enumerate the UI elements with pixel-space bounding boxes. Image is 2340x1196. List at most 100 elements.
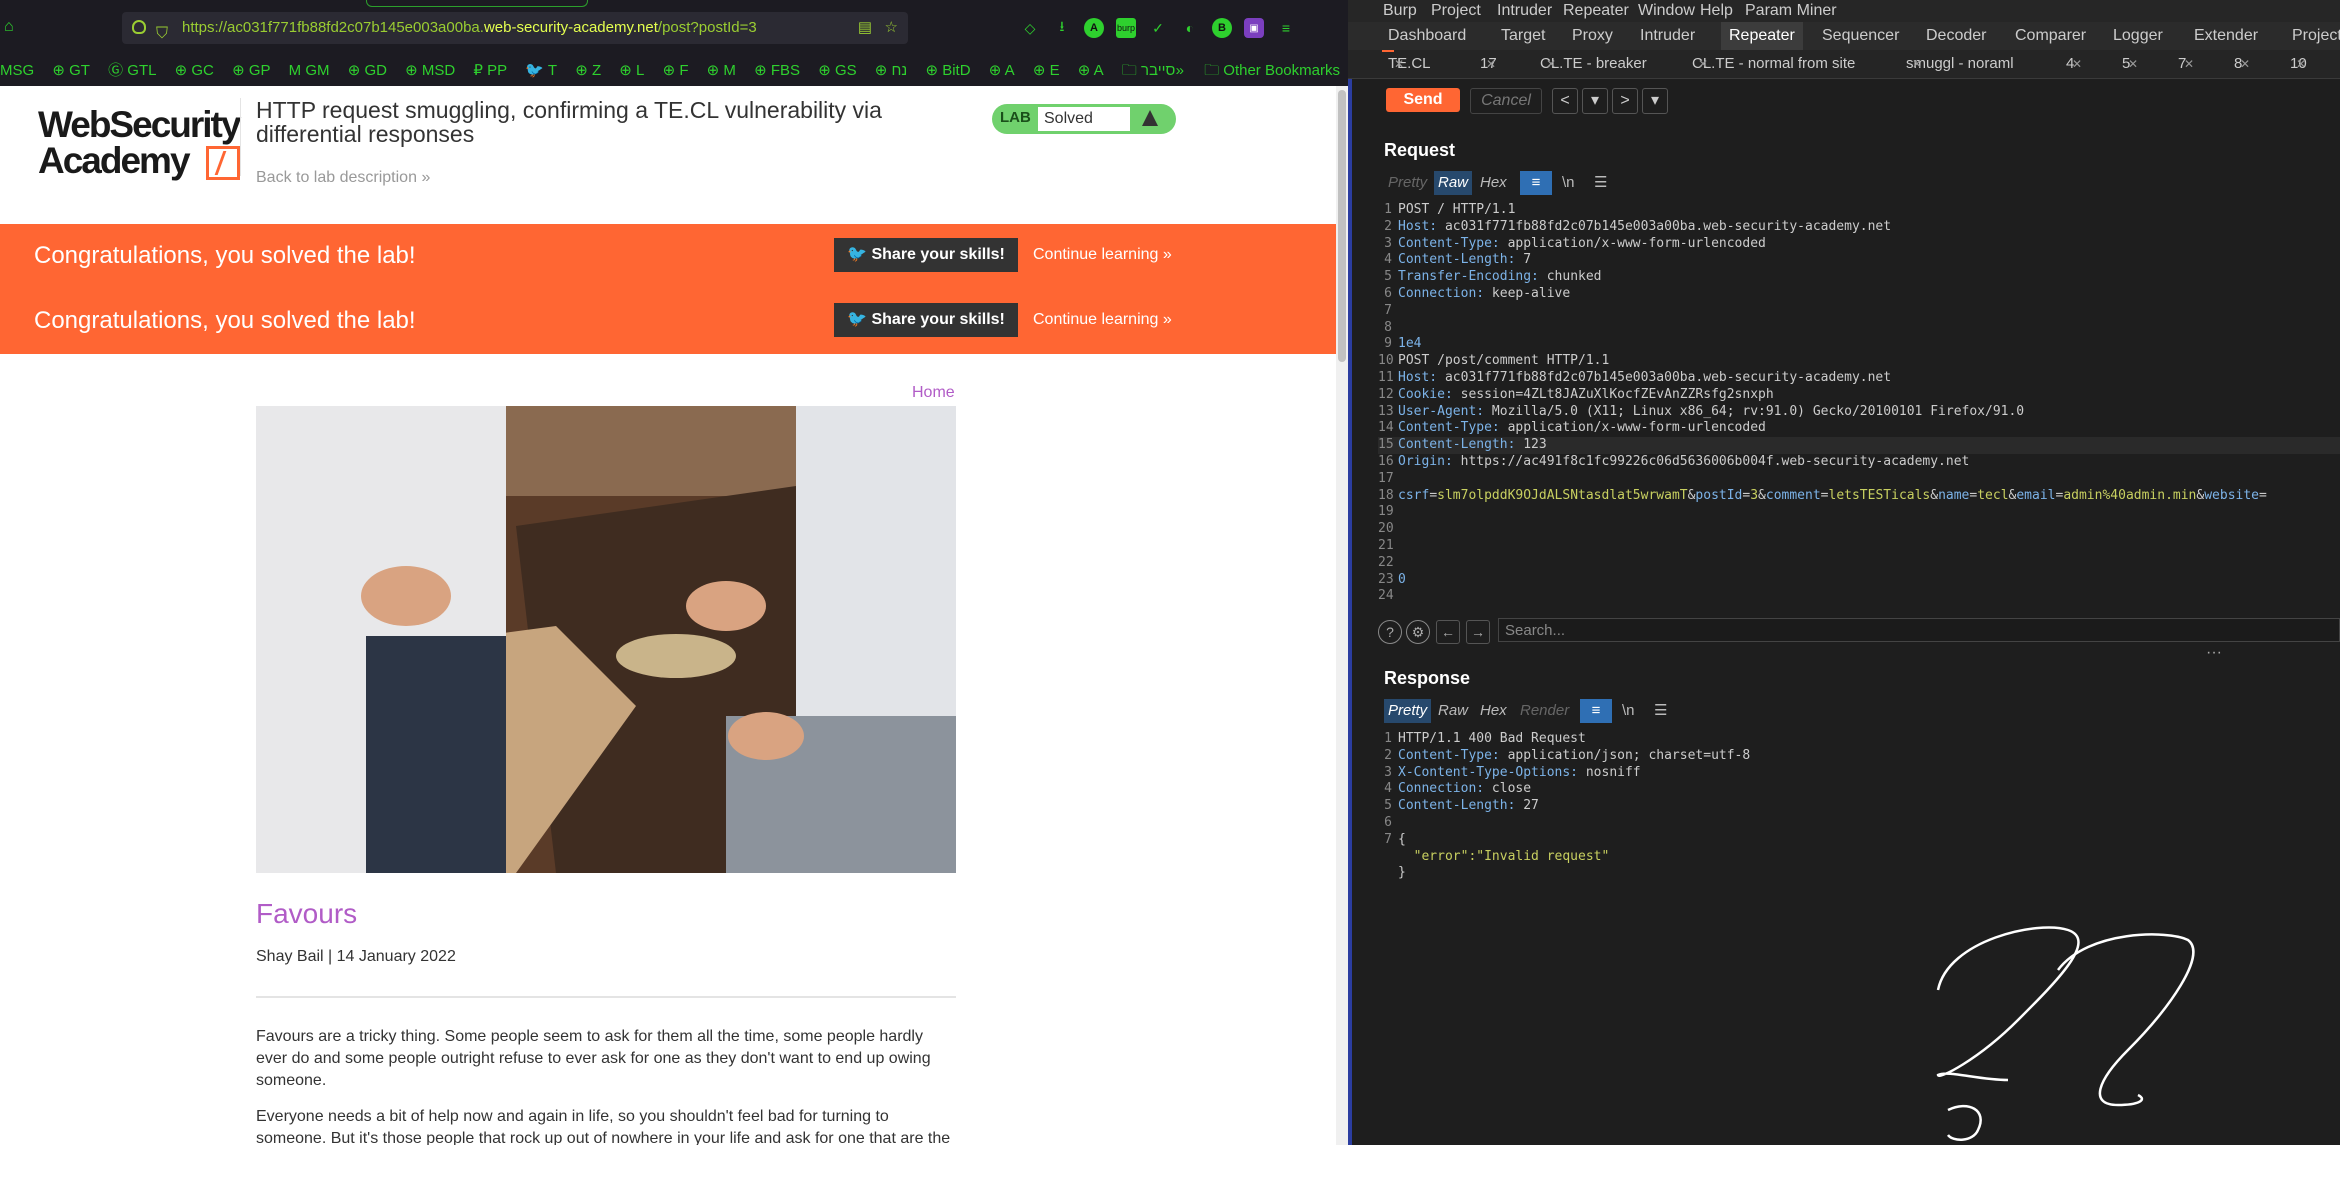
menu-icon[interactable]: ≡ bbox=[1276, 18, 1296, 38]
tab-comparer[interactable]: Comparer bbox=[2015, 22, 2086, 50]
home-link[interactable]: Home bbox=[912, 384, 955, 402]
page-scrollbar[interactable] bbox=[1336, 86, 1348, 1145]
close-icon[interactable]: ✕ bbox=[2072, 50, 2082, 78]
bookmark-item[interactable]: ⊕ נח bbox=[875, 56, 907, 86]
send-button[interactable]: Send bbox=[1386, 88, 1460, 112]
bookmark-item[interactable]: Ⓖ GTL bbox=[108, 56, 156, 86]
bookmark-folder[interactable]: 🗀 סייבר bbox=[1122, 56, 1176, 86]
help-icon[interactable]: ? bbox=[1378, 620, 1402, 644]
format-pretty[interactable]: Pretty bbox=[1384, 171, 1431, 195]
url-text[interactable]: https://ac031f771fb88fd2c07b145e003a00ba… bbox=[182, 12, 757, 44]
bookmark-item[interactable]: ⊕ F bbox=[663, 56, 689, 86]
extension-icon[interactable]: B bbox=[1212, 18, 1232, 38]
response-viewer[interactable]: 1 HTTP/1.1 400 Bad Request 2 Content-Type: … bbox=[1378, 731, 2340, 882]
menu-intruder[interactable]: Intruder bbox=[1497, 0, 1552, 22]
bookmark-item[interactable]: ⊕ GT bbox=[52, 56, 90, 86]
format-hex[interactable]: Hex bbox=[1476, 699, 1511, 723]
back-arrow-icon[interactable]: < bbox=[1552, 88, 1578, 114]
close-icon[interactable]: ✕ bbox=[1394, 50, 1404, 78]
lock-icon[interactable] bbox=[132, 20, 146, 34]
share-skills-button[interactable]: 🐦 Share your skills! bbox=[834, 238, 1018, 272]
other-bookmarks[interactable]: 🗀 Other Bookmarks bbox=[1204, 56, 1340, 86]
bookmark-item[interactable]: ⊕ MSD bbox=[405, 56, 455, 86]
burp-extension-icon[interactable]: burp bbox=[1116, 18, 1136, 38]
bookmarks-overflow-icon[interactable]: » bbox=[1176, 56, 1184, 86]
search-prev-icon[interactable]: ← bbox=[1436, 620, 1460, 644]
tab-intruder[interactable]: Intruder bbox=[1640, 22, 1695, 50]
format-raw[interactable]: Raw bbox=[1434, 171, 1473, 195]
menu-icon[interactable]: ☰ bbox=[1650, 699, 1671, 723]
wrap-lines-icon[interactable]: ≡ bbox=[1520, 171, 1552, 195]
bookmark-item[interactable]: ⊕ FBS bbox=[754, 56, 800, 86]
purple-extension-icon[interactable]: ▣ bbox=[1244, 18, 1264, 38]
tab-proxy[interactable]: Proxy bbox=[1572, 22, 1613, 50]
tab-target[interactable]: Target bbox=[1501, 22, 1545, 50]
bookmark-item[interactable]: ₽ PP bbox=[473, 56, 507, 86]
academy-logo[interactable]: WebSecurity Academy bbox=[38, 104, 241, 184]
menu-project[interactable]: Project bbox=[1431, 0, 1481, 22]
menu-burp[interactable]: Burp bbox=[1383, 0, 1417, 22]
format-raw[interactable]: Raw bbox=[1434, 699, 1472, 723]
account-icon[interactable]: A bbox=[1084, 18, 1104, 38]
tab-dashboard[interactable]: Dashboard bbox=[1388, 22, 1466, 50]
tab-logger[interactable]: Logger bbox=[2113, 22, 2163, 50]
search-input[interactable]: Search... bbox=[1498, 618, 2340, 642]
menu-icon[interactable]: ☰ bbox=[1590, 171, 1611, 195]
bookmark-star-icon[interactable]: ☆ bbox=[885, 12, 898, 44]
request-editor[interactable]: 1 POST / HTTP/1.1 2 Host: ac031f771fb88fd2c… bbox=[1378, 202, 2340, 605]
tab-extender[interactable]: Extender bbox=[2194, 22, 2258, 50]
tab-project[interactable]: Project bbox=[2292, 22, 2340, 50]
close-icon[interactable]: ✕ bbox=[2128, 50, 2138, 78]
share-skills-button[interactable]: 🐦 Share your skills! bbox=[834, 303, 1018, 337]
tracking-protection-icon[interactable]: ⛉ bbox=[156, 18, 168, 50]
menu-help[interactable]: Help bbox=[1700, 0, 1733, 22]
close-icon[interactable]: ✕ bbox=[1486, 50, 1496, 78]
format-hex[interactable]: Hex bbox=[1476, 171, 1511, 195]
close-icon[interactable]: ✕ bbox=[1912, 50, 1922, 78]
continue-learning-link[interactable]: Continue learning » bbox=[1033, 311, 1172, 329]
download-icon[interactable]: ⭳ bbox=[1052, 18, 1072, 38]
bookmark-item[interactable]: ⊕ M bbox=[707, 56, 736, 86]
close-icon[interactable]: ✕ bbox=[2296, 50, 2306, 78]
menu-window[interactable]: Window bbox=[1638, 0, 1695, 22]
menu-repeater[interactable]: Repeater bbox=[1563, 0, 1629, 22]
home-icon[interactable]: ⌂ bbox=[4, 18, 14, 36]
dark-reader-icon[interactable]: ◐ bbox=[1180, 18, 1200, 38]
bookmark-item[interactable]: ⊕ L bbox=[619, 56, 644, 86]
bookmark-item[interactable]: ⊕ A bbox=[989, 56, 1015, 86]
close-icon[interactable]: ✕ bbox=[1698, 50, 1708, 78]
wrap-lines-icon[interactable]: ≡ bbox=[1580, 699, 1612, 723]
pane-splitter[interactable]: ··· bbox=[2206, 644, 2222, 662]
close-icon[interactable]: ✕ bbox=[2240, 50, 2250, 78]
forward-dropdown-icon[interactable]: ▾ bbox=[1642, 88, 1668, 114]
newline-toggle[interactable]: \n bbox=[1618, 699, 1639, 723]
active-tab-indicator[interactable] bbox=[366, 0, 588, 7]
format-pretty[interactable]: Pretty bbox=[1384, 699, 1432, 723]
bookmark-item[interactable]: M GM bbox=[289, 56, 330, 86]
close-icon[interactable]: ✕ bbox=[1546, 50, 1556, 78]
tab-decoder[interactable]: Decoder bbox=[1926, 22, 1986, 50]
bookmark-item[interactable]: ⊕ GP bbox=[232, 56, 270, 86]
forward-arrow-icon[interactable]: > bbox=[1612, 88, 1638, 114]
cancel-button[interactable]: Cancel bbox=[1470, 88, 1542, 114]
settings-gear-icon[interactable]: ⚙ bbox=[1406, 620, 1430, 644]
bookmark-item[interactable]: ⊕ Z bbox=[575, 56, 601, 86]
bookmark-item[interactable]: 🐦 T bbox=[525, 56, 557, 86]
format-render[interactable]: Render bbox=[1516, 699, 1573, 723]
continue-learning-link[interactable]: Continue learning » bbox=[1033, 246, 1172, 264]
close-icon[interactable]: ✕ bbox=[2184, 50, 2194, 78]
address-bar[interactable]: ⛉ https://ac031f771fb88fd2c07b145e003a00… bbox=[122, 12, 908, 44]
bookmark-item[interactable]: ⊕ GD bbox=[348, 56, 387, 86]
tab-sequencer[interactable]: Sequencer bbox=[1822, 22, 1899, 50]
newline-toggle[interactable]: \n bbox=[1558, 171, 1579, 195]
bookmark-item[interactable]: ⊕ GC bbox=[175, 56, 214, 86]
bookmark-item[interactable]: ⊕ BitD bbox=[925, 56, 970, 86]
back-to-lab-link[interactable]: Back to lab description » bbox=[256, 169, 430, 187]
bookmark-item[interactable]: ⊕ GS bbox=[818, 56, 856, 86]
pocket-icon[interactable]: ◇ bbox=[1020, 18, 1040, 38]
bookmark-item[interactable]: ⊕ A bbox=[1078, 56, 1104, 86]
reader-view-icon[interactable]: ▤ bbox=[858, 12, 872, 44]
search-next-icon[interactable]: → bbox=[1466, 620, 1490, 644]
bookmark-item[interactable]: ⊕ E bbox=[1033, 56, 1060, 86]
scrollbar-thumb[interactable] bbox=[1338, 90, 1346, 362]
